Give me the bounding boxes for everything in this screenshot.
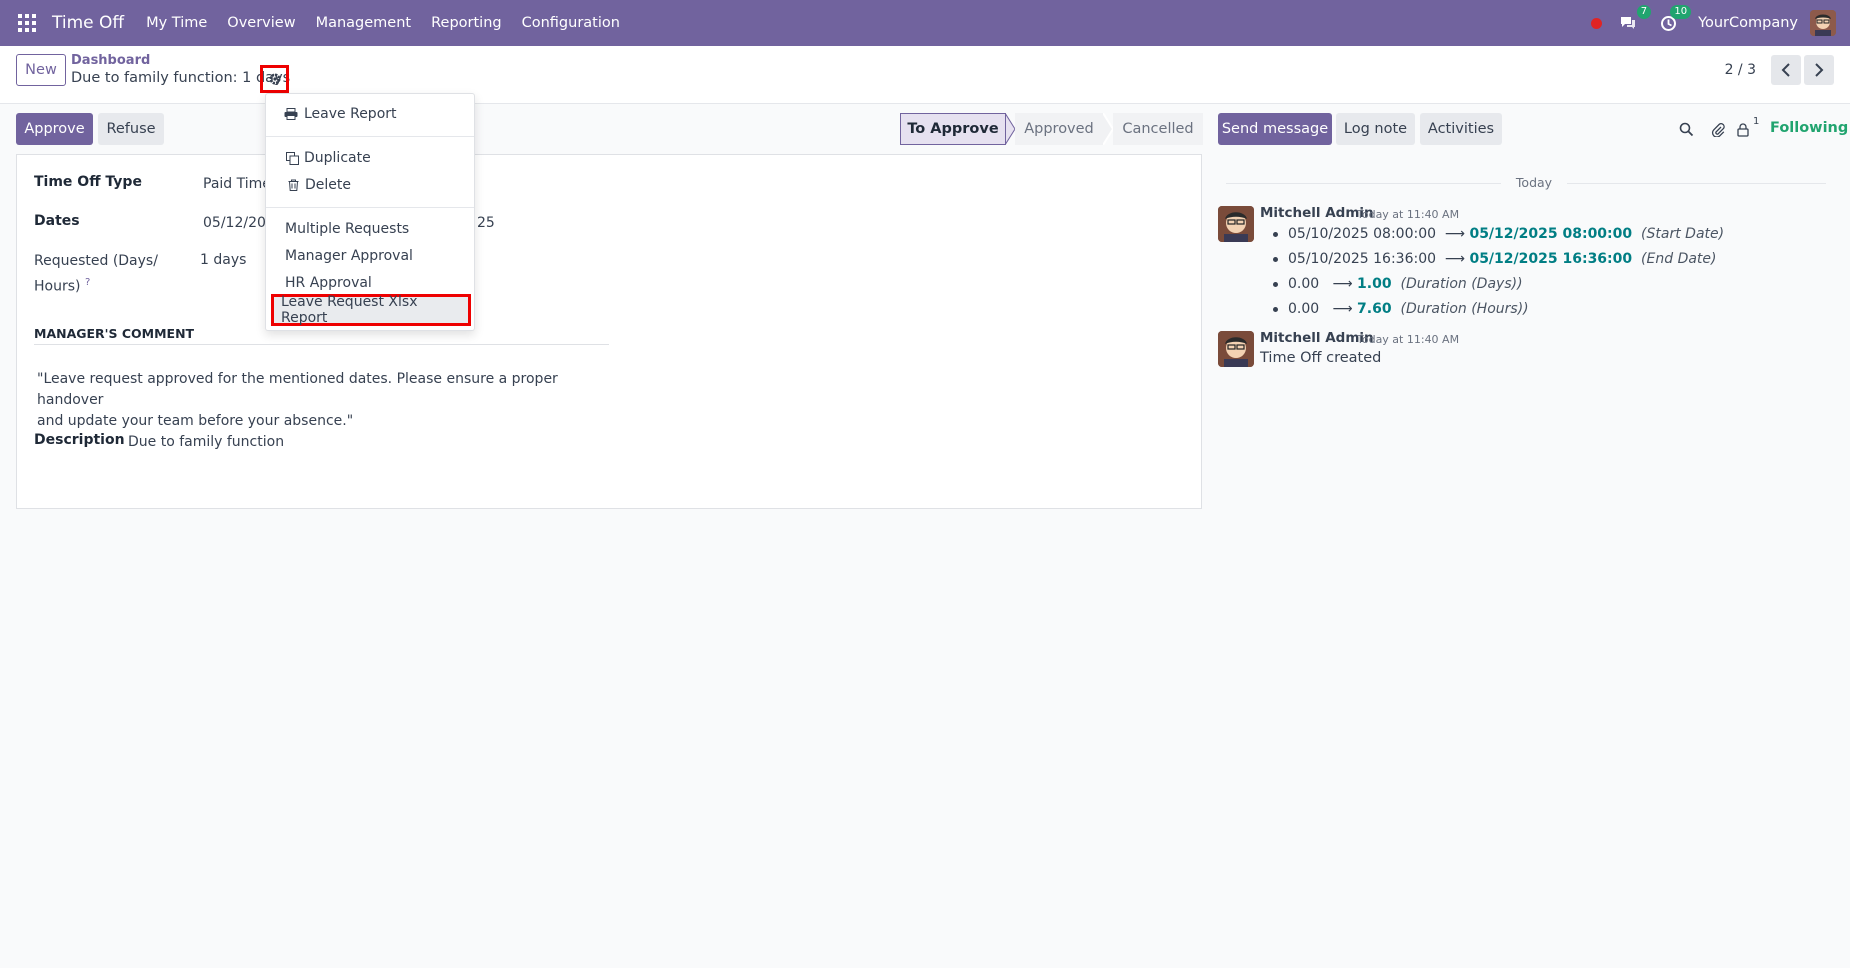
pager-value[interactable]: 2 / 3 <box>1725 62 1756 78</box>
dates-label: Dates <box>34 213 80 229</box>
app-name[interactable]: Time Off <box>52 13 124 33</box>
tracking-value-start-date: 05/10/2025 08:00:00 ⟶ 05/12/2025 08:00:0… <box>1273 226 1724 242</box>
status-bar: To Approve Approved Cancelled <box>900 113 1203 145</box>
avatar[interactable] <box>1218 331 1254 367</box>
activities-clock-icon[interactable]: 10 <box>1658 5 1692 33</box>
time-off-type-field[interactable]: Paid Time <box>203 176 271 192</box>
followers-lock-icon[interactable] <box>1733 119 1753 139</box>
requested-label-line1: Requested (Days/ <box>34 253 158 269</box>
menu-reporting[interactable]: Reporting <box>431 15 502 31</box>
requested-label: Requested (Days/ Hours) ? <box>34 251 158 298</box>
breadcrumb-dashboard[interactable]: Dashboard <box>71 53 150 68</box>
stage-to-approve[interactable]: To Approve <box>900 113 1006 145</box>
requested-duration-field[interactable]: 1 days <box>200 252 246 268</box>
dates-start-field[interactable]: 05/12/20 <box>203 215 266 231</box>
printer-icon <box>284 108 298 120</box>
action-gear-button[interactable] <box>260 65 289 93</box>
pager-next-button[interactable] <box>1804 55 1834 85</box>
requested-label-line2: Hours) <box>34 278 81 295</box>
managers-comment-line2: and update your team before your absence… <box>37 413 354 429</box>
tracking-value-end-date: 05/10/2025 16:36:00 ⟶ 05/12/2025 16:36:0… <box>1273 251 1717 267</box>
chevron-left-icon <box>1781 63 1790 77</box>
stage-approved[interactable]: Approved <box>1015 113 1103 145</box>
company-switcher[interactable]: YourCompany <box>1698 15 1798 31</box>
user-avatar[interactable] <box>1810 10 1836 36</box>
menu-divider <box>266 136 474 137</box>
menu-item-leave-report[interactable]: Leave Report <box>266 101 474 127</box>
description-label: Description <box>34 432 125 448</box>
managers-comment-line1: "Leave request approved for the mentione… <box>37 371 558 408</box>
log-note-button[interactable]: Log note <box>1336 113 1415 145</box>
activities-button[interactable]: Activities <box>1420 113 1502 145</box>
paperclip-icon[interactable] <box>1707 119 1727 139</box>
approve-button[interactable]: Approve <box>16 113 93 145</box>
menu-item-hr-approval[interactable]: HR Approval <box>266 270 474 296</box>
menu-configuration[interactable]: Configuration <box>522 15 620 31</box>
menu-overview[interactable]: Overview <box>227 15 295 31</box>
copy-icon <box>286 151 299 165</box>
follower-count: 1 <box>1753 116 1760 127</box>
menu-item-manager-approval[interactable]: Manager Approval <box>266 243 474 269</box>
top-navbar: Time Off My Time Overview Management Rep… <box>0 0 1850 46</box>
menu-item-leave-request-xlsx-report[interactable]: Leave Request Xlsx Report <box>271 294 471 326</box>
menu-my-time[interactable]: My Time <box>146 15 207 31</box>
trash-icon <box>288 179 299 191</box>
pager-previous-button[interactable] <box>1771 55 1801 85</box>
dates-end-field[interactable]: 25 <box>477 215 495 231</box>
menu-item-duplicate[interactable]: Duplicate <box>266 145 474 171</box>
managers-comment-text[interactable]: "Leave request approved for the mentione… <box>37 369 607 432</box>
menu-item-delete[interactable]: Delete <box>266 172 474 198</box>
gear-icon <box>269 73 280 85</box>
tracking-value-duration-days: 0.00 ⟶ 1.00 (Duration (Days)) <box>1273 276 1523 292</box>
message-date: Today at 11:40 AM <box>1357 333 1460 346</box>
day-separator: Today <box>1226 175 1826 191</box>
description-field[interactable]: Due to family function <box>128 434 284 450</box>
stage-cancelled[interactable]: Cancelled <box>1113 113 1203 145</box>
refuse-button[interactable]: Refuse <box>98 113 164 145</box>
time-off-type-label: Time Off Type <box>34 174 142 190</box>
chevron-right-icon <box>1815 63 1824 77</box>
activities-badge: 10 <box>1670 5 1692 19</box>
tracking-value-duration-hours: 0.00 ⟶ 7.60 (Duration (Hours)) <box>1273 301 1529 317</box>
avatar[interactable] <box>1218 206 1254 242</box>
apps-menu-icon[interactable] <box>18 14 36 32</box>
menu-item-multiple-requests[interactable]: Multiple Requests <box>266 216 474 242</box>
message-body: Time Off created <box>1260 350 1382 366</box>
menu-management[interactable]: Management <box>316 15 412 31</box>
message-date: Today at 11:40 AM <box>1357 208 1460 221</box>
day-separator-label: Today <box>1515 175 1553 190</box>
stage-arrow-icon <box>1005 113 1015 145</box>
recording-indicator-icon[interactable] <box>1591 17 1603 29</box>
messages-icon[interactable]: 7 <box>1618 5 1652 33</box>
help-tooltip-icon[interactable]: ? <box>85 277 90 288</box>
following-button[interactable]: Following <box>1770 120 1848 136</box>
search-icon[interactable] <box>1676 119 1696 139</box>
send-message-button[interactable]: Send message <box>1218 113 1332 145</box>
messages-badge: 7 <box>1636 5 1652 19</box>
action-dropdown-menu: Leave Report Duplicate Delete Multiple R… <box>265 93 475 331</box>
new-button[interactable]: New <box>16 54 66 86</box>
form-sheet: Time Off Type Paid Time Dates 05/12/20 2… <box>16 154 1202 509</box>
stage-arrow-icon <box>1103 113 1113 145</box>
record-title: Due to family function: 1 days <box>71 70 291 86</box>
menu-divider <box>266 207 474 208</box>
